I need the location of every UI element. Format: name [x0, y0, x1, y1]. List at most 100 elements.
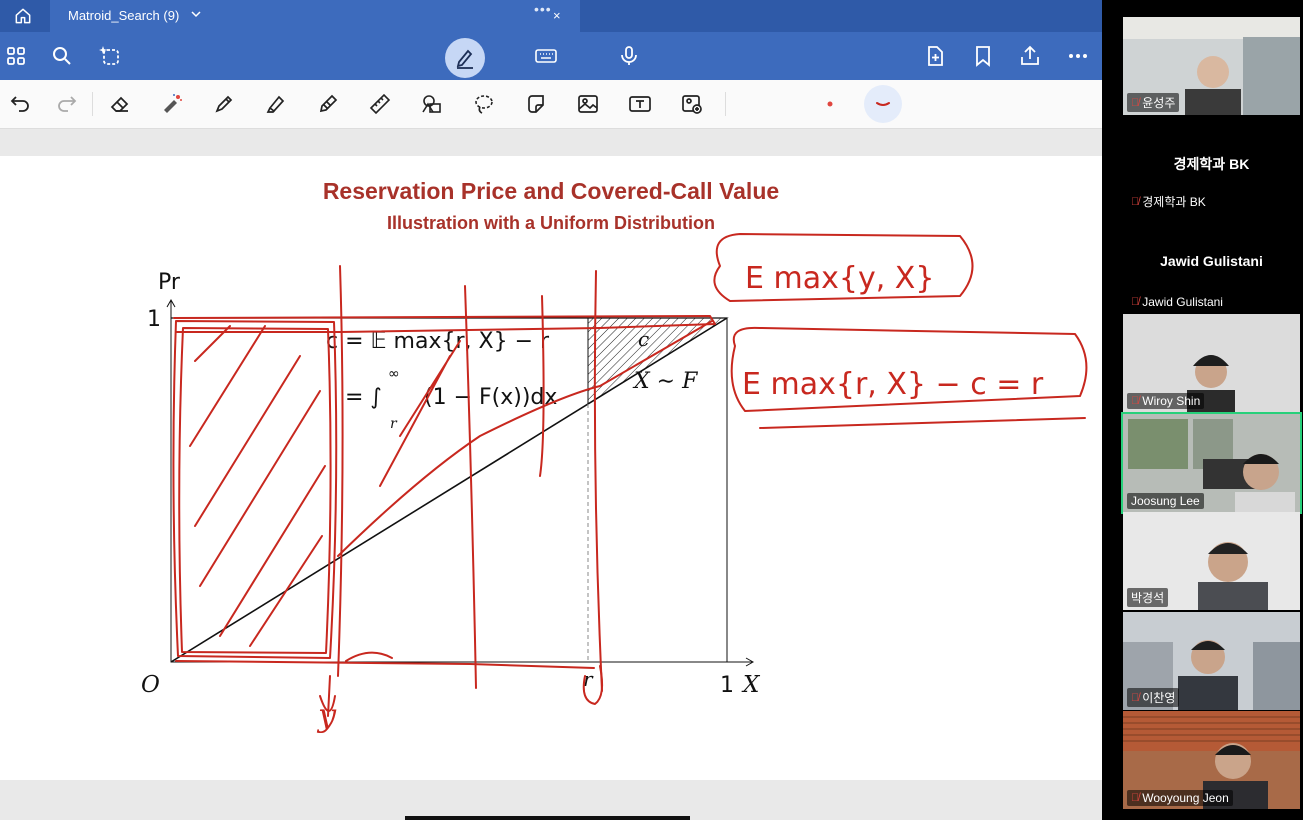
- toolbar-divider: [92, 92, 93, 116]
- participant-name: 이찬영: [1142, 691, 1176, 705]
- participant-tile-active-speaker[interactable]: Joosung Lee: [1121, 412, 1302, 514]
- keyboard-icon: [535, 49, 557, 63]
- participant-display-name: 경제학과 BK: [1173, 156, 1250, 172]
- laser-pointer-icon: [164, 94, 182, 113]
- mic-muted-icon: 🎙̸: [1131, 792, 1140, 804]
- shapes-icon: [422, 95, 441, 113]
- top-bar: [0, 32, 1102, 80]
- participant-name: Wiroy Shin: [1142, 394, 1201, 408]
- image-tool[interactable]: [573, 90, 603, 118]
- equation-integral: = ∫: [345, 385, 382, 410]
- keyboard-button[interactable]: [530, 40, 562, 72]
- participant-tile[interactable]: 🎙̸ 이찬영: [1123, 612, 1300, 710]
- share-icon: [1021, 45, 1039, 65]
- pen-write-icon: [456, 49, 473, 69]
- c-label: c: [638, 327, 649, 351]
- integral-upper-limit: ∞: [388, 366, 400, 382]
- eraser-tool[interactable]: [105, 90, 135, 118]
- participant-name: Wooyoung Jeon: [1142, 791, 1229, 805]
- highlighter-tool[interactable]: [261, 90, 291, 118]
- ruler-tool[interactable]: [365, 90, 395, 118]
- participant-display-name: Jawid Gulistani: [1160, 253, 1263, 269]
- share-button[interactable]: [1014, 40, 1046, 72]
- equation-c: c = 𝔼 max{r, X} − r: [326, 329, 550, 354]
- undo-button[interactable]: [5, 90, 35, 118]
- participant-tile[interactable]: Jawid Gulistani 🎙̸ Jawid Gulistani: [1123, 215, 1300, 313]
- tab-close-button[interactable]: ×: [553, 8, 561, 23]
- ai-select-button[interactable]: [94, 40, 126, 72]
- more-options-button[interactable]: [1062, 40, 1094, 72]
- pencil-tool[interactable]: [313, 90, 343, 118]
- lasso-icon: [475, 95, 493, 114]
- image-icon: [578, 95, 598, 113]
- notes-app: Matroid_Search (9) ••• × Reservation Pri…: [0, 0, 1102, 820]
- microphone-button[interactable]: [613, 40, 645, 72]
- participant-name: 경제학과 BK: [1142, 195, 1206, 209]
- integral-body: (1 − F(x))dx: [424, 385, 557, 410]
- sticker-tool[interactable]: [521, 90, 551, 118]
- more-horizontal-icon: [1069, 54, 1087, 58]
- undo-icon: [10, 96, 29, 112]
- redo-icon: [58, 96, 77, 112]
- mic-muted-icon: 🎙̸: [1131, 691, 1140, 704]
- pen-stroke-swatch[interactable]: [864, 85, 902, 123]
- mic-muted-icon: 🎙̸: [1131, 395, 1140, 407]
- red-dot-icon: [827, 101, 833, 107]
- shapes-tool[interactable]: [417, 90, 447, 118]
- participant-tile[interactable]: 🎙̸ Wooyoung Jeon: [1123, 711, 1300, 809]
- document-tab[interactable]: Matroid_Search (9) ••• ×: [50, 0, 580, 32]
- text-box-tool[interactable]: [625, 90, 655, 118]
- y-axis-label: Pr: [158, 270, 181, 295]
- search-icon: [53, 47, 71, 65]
- handwritten-annotations: [172, 233, 1088, 717]
- note-page[interactable]: Reservation Price and Covered-Call Value…: [0, 156, 1102, 780]
- microphone-icon: [621, 46, 637, 65]
- ruler-icon: [369, 93, 391, 115]
- color-dot-swatch[interactable]: [812, 90, 842, 118]
- participant-name: Joosung Lee: [1131, 494, 1200, 508]
- grid-icon: [7, 47, 25, 65]
- home-button[interactable]: [8, 4, 38, 28]
- eraser-icon: [110, 96, 129, 112]
- pen-tool[interactable]: [209, 90, 239, 118]
- home-indicator: [405, 816, 690, 820]
- add-page-icon: [928, 46, 943, 66]
- sparkle-lasso-icon: [99, 46, 119, 65]
- participant-tile[interactable]: 박경석: [1123, 512, 1300, 610]
- thumbnails-button[interactable]: [0, 40, 32, 72]
- highlighter-icon: [266, 95, 285, 113]
- tab-bar: Matroid_Search (9) ••• ×: [0, 0, 1102, 32]
- origin-label: O: [141, 672, 160, 698]
- tab-drag-handle[interactable]: •••: [534, 1, 552, 17]
- participant-tile[interactable]: 🎙̸ Wiroy Shin: [1123, 314, 1300, 412]
- home-icon: [15, 8, 31, 24]
- camera-image-icon: [682, 95, 702, 114]
- tab-title: Matroid_Search (9): [68, 8, 180, 23]
- laser-pointer-tool[interactable]: [157, 90, 187, 118]
- toolbar-divider: [725, 92, 726, 116]
- distribution-label: X ∼ F: [632, 369, 698, 394]
- bookmark-button[interactable]: [967, 40, 999, 72]
- pencil-icon: [319, 94, 338, 113]
- bookmark-icon: [976, 46, 990, 67]
- pen-icon: [215, 95, 233, 113]
- camera-tool[interactable]: [677, 90, 707, 118]
- search-button[interactable]: [46, 40, 78, 72]
- slide-figure: Pr 1 O 1 X r c = 𝔼 max{r, X} − r = ∫ ∞ r…: [141, 233, 1088, 734]
- participant-tile[interactable]: 경제학과 BK 🎙̸ 경제학과 BK: [1123, 116, 1300, 214]
- participant-tile[interactable]: 🎙̸ 윤성주: [1123, 17, 1300, 115]
- participants-panel: 🎙̸ 윤성주 경제학과 BK 🎙̸ 경제학과 BK Jawid Gulistani …: [1102, 0, 1303, 820]
- y-one-label: 1: [147, 307, 161, 332]
- x-axis-label: X: [741, 672, 761, 698]
- lasso-tool[interactable]: [469, 90, 499, 118]
- chevron-down-icon[interactable]: [190, 8, 202, 20]
- redo-button[interactable]: [52, 90, 82, 118]
- add-page-button[interactable]: [919, 40, 951, 72]
- participant-name: 윤성주: [1142, 96, 1176, 110]
- handwritten-y: y: [316, 696, 337, 734]
- mic-muted-icon: 🎙̸: [1131, 195, 1140, 208]
- mic-muted-icon: 🎙̸: [1131, 96, 1140, 109]
- participant-name: Jawid Gulistani: [1142, 295, 1223, 309]
- mic-muted-icon: 🎙̸: [1131, 296, 1140, 308]
- pen-mode-button[interactable]: [445, 38, 485, 78]
